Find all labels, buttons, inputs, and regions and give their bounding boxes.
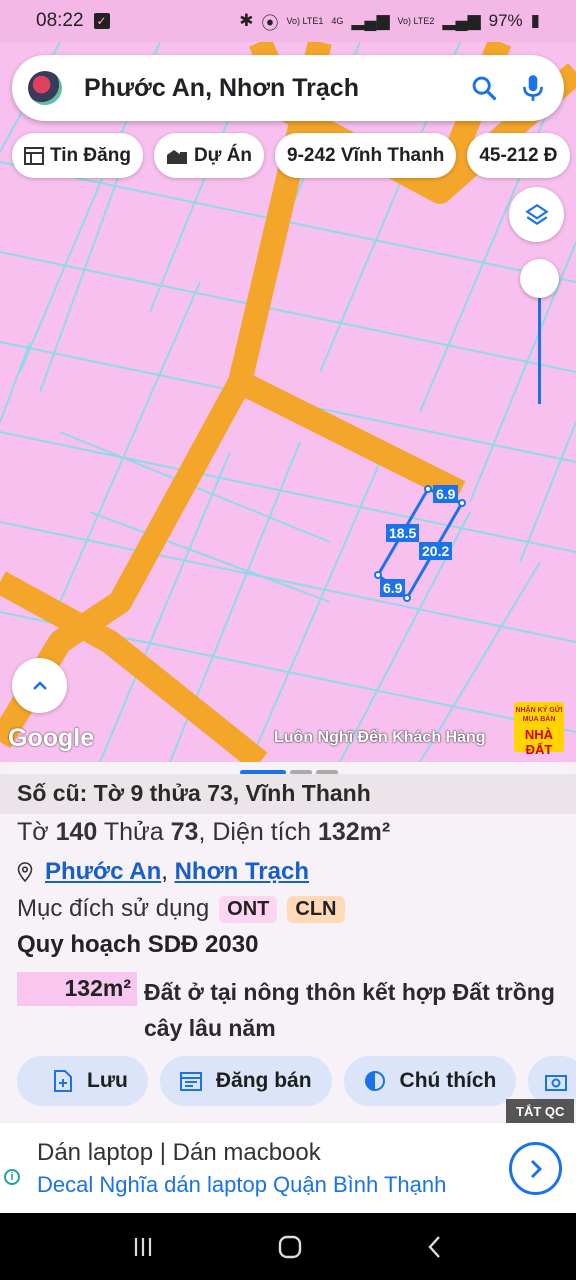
location-line: Phước An , Nhơn Trạch [17, 858, 309, 886]
ad-badge-big: NHÀ ĐẤT [524, 727, 554, 757]
plan-description: Đất ở tại nông thôn kết hợp Đất trồng câ… [144, 979, 555, 1041]
parcel-number: 73 [170, 818, 199, 846]
calendar-icon [179, 1072, 202, 1091]
recent-apps-icon[interactable] [131, 1235, 155, 1259]
legend-label: Chú thích [399, 1069, 497, 1092]
chip-label: 9-242 Vĩnh Thanh [287, 144, 445, 166]
post-sale-label: Đăng bán [215, 1069, 312, 1092]
add-photo-icon [545, 1075, 568, 1091]
search-input[interactable]: Phước An, Nhơn Trạch [84, 74, 470, 103]
ad-subtitle: Decal Nghĩa dán laptop Quận Bình Thạnh [37, 1172, 447, 1197]
bluetooth-icon: ✱ [239, 11, 254, 30]
save-label: Lưu [87, 1069, 128, 1092]
ad-banner[interactable]: i Dán laptop | Dán macbook Decal Nghĩa d… [0, 1123, 576, 1213]
add-file-icon [54, 1070, 72, 1092]
info-icon[interactable]: i [4, 1169, 20, 1185]
land-use-purpose: Mục đích sử dụng ONT CLN [17, 895, 345, 923]
contrast-icon [364, 1071, 385, 1091]
check-icon: ✓ [93, 13, 110, 29]
chip-label: Dự Án [193, 144, 253, 166]
dimension-left: 18.5 [386, 524, 420, 542]
status-bar: 08:22 ✓ ✱ ⦿ Vo) LTE1 4G ▂▄▆ Vo) LTE2 ▂▄▆… [0, 0, 576, 42]
sheet-label: Tờ [17, 818, 49, 846]
home-icon[interactable] [277, 1234, 303, 1260]
area-value: 132m² [317, 818, 391, 846]
dimension-right: 20.2 [419, 542, 453, 560]
location-pin-icon [17, 862, 33, 882]
parcel-label: Thửa [103, 818, 164, 846]
ad-badge[interactable]: NHẬN KÝ GỬI MUA BÁN NHÀ ĐẤT [514, 702, 564, 757]
location-icon: ⦿ [261, 13, 279, 33]
signal-icon: ▂▄▆ [351, 11, 390, 30]
chip-label: 45-212 Đ [479, 144, 558, 166]
expand-up-button[interactable] [12, 658, 67, 713]
network-2: Vo) LTE2 [397, 16, 435, 26]
google-logo: Google [8, 724, 95, 752]
layers-button[interactable] [509, 187, 564, 242]
signal-icon-2: ▂▄▆ [442, 11, 481, 30]
table-icon [24, 146, 44, 165]
ad-close-button[interactable]: TẮT QC [506, 1099, 575, 1123]
sheet-number: 140 [55, 818, 98, 846]
location-link-1[interactable]: Phước An [45, 858, 161, 886]
chip-du-an[interactable]: Dự Án [153, 133, 265, 178]
chevron-up-icon [32, 680, 47, 690]
dimension-bottom: 6.9 [380, 579, 406, 597]
search-bar[interactable]: Phước An, Nhơn Trạch [12, 55, 564, 121]
purpose-label: Mục đích sử dụng [17, 895, 210, 922]
legend-button[interactable]: Chú thích [343, 1056, 517, 1106]
chip-address-2[interactable]: 45-212 Đ [467, 133, 570, 178]
parcel-info: Tờ 140 Thửa 73, Diện tích 132m² [17, 818, 391, 846]
layers-icon [524, 203, 549, 225]
ad-badge-small: NHẬN KÝ GỬI MUA BÁN [515, 707, 563, 723]
battery-level: 97% [488, 11, 523, 30]
search-icon[interactable] [470, 74, 498, 102]
map-watermark: Luôn Nghĩ Đến Khách Hàng [274, 729, 486, 746]
plan-area: 132m² [17, 972, 137, 1006]
plan-title: Quy hoạch SDĐ 2030 [17, 931, 259, 958]
area-label: Diện tích [212, 818, 312, 846]
microphone-icon[interactable] [520, 73, 546, 103]
chevron-right-icon [530, 1159, 542, 1178]
opacity-slider-track[interactable] [538, 290, 541, 404]
ad-title: Dán laptop | Dán macbook [37, 1139, 321, 1166]
save-button[interactable]: Lưu [17, 1056, 148, 1106]
dimension-top: 6.9 [433, 485, 459, 503]
network-type: 4G [331, 16, 344, 26]
ad-open-button[interactable] [509, 1142, 562, 1195]
old-reference: Số cũ: Tờ 9 thửa 73, Vĩnh Thanh [0, 774, 576, 814]
network-1: Vo) LTE1 [286, 16, 324, 26]
chip-tin-dang[interactable]: Tin Đăng [12, 133, 143, 178]
time: 08:22 [36, 10, 84, 31]
chip-label: Tin Đăng [50, 144, 131, 166]
opacity-slider-knob[interactable] [520, 259, 559, 298]
avatar[interactable] [28, 71, 62, 105]
filter-chips: Tin Đăng Dự Án 9-242 Vĩnh Thanh 45-212 Đ [12, 133, 570, 178]
action-buttons: Lưu Đăng bán Chú thích [17, 1056, 576, 1106]
system-nav-bar [0, 1213, 576, 1280]
location-link-2[interactable]: Nhơn Trạch [175, 858, 309, 886]
buildings-icon [166, 149, 187, 164]
post-sale-button[interactable]: Đăng bán [159, 1056, 332, 1106]
battery-icon: ▮ [530, 11, 540, 30]
land-use-tag-cln[interactable]: CLN [287, 895, 345, 923]
land-use-tag-ont[interactable]: ONT [219, 895, 278, 923]
parcel-sheet[interactable]: Số cũ: Tờ 9 thửa 73, Vĩnh Thanh Tờ 140 T… [0, 762, 576, 1122]
back-icon[interactable] [425, 1234, 445, 1260]
chip-address-1[interactable]: 9-242 Vĩnh Thanh [275, 133, 457, 178]
